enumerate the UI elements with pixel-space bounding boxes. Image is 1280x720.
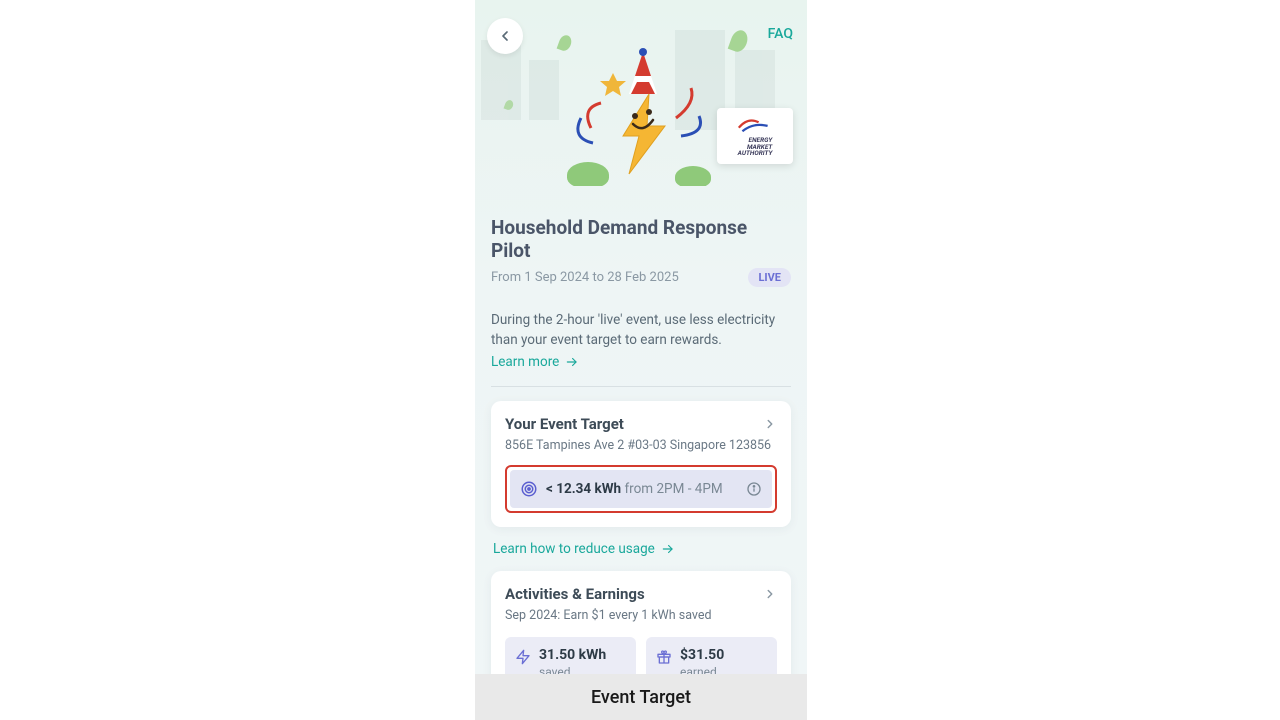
address-text: 856E Tampines Ave 2 #03-03 Singapore 123… [505,438,777,453]
event-target-title: Your Event Target [505,415,624,433]
lightning-icon [515,649,531,665]
learn-more-link[interactable]: Learn more [491,354,579,370]
footer-caption: Event Target [475,674,807,720]
target-value-text: < 12.34 kWh from 2PM - 4PM [546,481,738,497]
arrow-right-icon [661,542,675,556]
activities-subtitle: Sep 2024: Earn $1 every 1 kWh saved [505,608,777,623]
date-range: From 1 Sep 2024 to 28 Feb 2025 [491,270,679,285]
page-title: Household Demand Response Pilot [491,216,791,262]
chevron-left-icon [497,28,513,44]
live-badge: LIVE [748,268,791,287]
chevron-right-icon [763,587,777,601]
target-value-box: < 12.34 kWh from 2PM - 4PM [510,470,772,508]
faq-link[interactable]: FAQ [768,26,793,42]
ema-logo-text: ENERGY MARKET AUTHORITY [738,137,773,157]
app-screen: FAQ [475,0,807,720]
reduce-usage-link[interactable]: Learn how to reduce usage [493,541,675,557]
event-target-card[interactable]: Your Event Target 856E Tampines Ave 2 #0… [491,401,791,527]
stat-earned-value: $31.50 [680,647,724,663]
gift-icon [656,649,672,665]
ema-swoosh-icon [737,115,773,135]
divider [491,386,791,387]
description-text: During the 2-hour 'live' event, use less… [491,311,791,350]
ema-logo-badge: ENERGY MARKET AUTHORITY [717,108,793,164]
arrow-right-icon [565,355,579,369]
info-icon[interactable] [746,481,762,497]
main-content: Household Demand Response Pilot From 1 S… [475,186,807,703]
bush-decoration [675,166,711,186]
target-highlight-box: < 12.34 kWh from 2PM - 4PM [505,465,777,513]
bush-decoration [567,162,609,186]
hero-banner: FAQ [475,0,807,186]
back-button[interactable] [487,18,523,54]
chevron-right-icon [763,417,777,431]
activities-title: Activities & Earnings [505,585,645,603]
stat-saved-value: 31.50 kWh [539,647,606,663]
target-icon [520,480,538,498]
